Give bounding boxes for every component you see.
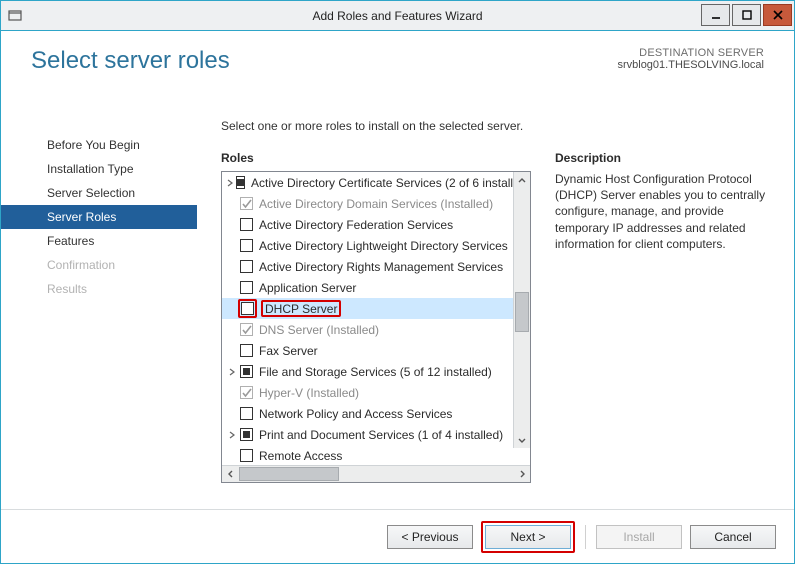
role-label: Active Directory Lightweight Directory S…: [259, 239, 508, 253]
role-label-highlight: DHCP Server: [261, 300, 341, 317]
nav-item-features[interactable]: Features: [1, 229, 197, 253]
nav-item-confirmation: Confirmation: [1, 253, 197, 277]
role-row[interactable]: Hyper-V (Installed): [222, 382, 530, 403]
role-label: Hyper-V (Installed): [259, 386, 359, 400]
cancel-button[interactable]: Cancel: [690, 525, 776, 549]
content-area: Select one or more roles to install on t…: [197, 119, 794, 509]
role-checkbox[interactable]: [240, 365, 253, 378]
role-row[interactable]: Active Directory Rights Management Servi…: [222, 256, 530, 277]
role-row[interactable]: Active Directory Certificate Services (2…: [222, 172, 530, 193]
roles-listbox: Active Directory Certificate Services (2…: [221, 171, 531, 483]
roles-header: Roles: [221, 151, 531, 165]
destination-server: srvblog01.THESOLVING.local: [617, 59, 764, 71]
role-row[interactable]: Network Policy and Access Services: [222, 403, 530, 424]
nav-item-server-roles[interactable]: Server Roles: [1, 205, 197, 229]
scroll-down-icon[interactable]: [514, 431, 530, 448]
role-row[interactable]: Active Directory Domain Services (Instal…: [222, 193, 530, 214]
maximize-button[interactable]: [732, 4, 761, 26]
main-area: Before You BeginInstallation TypeServer …: [1, 119, 794, 509]
scroll-right-icon[interactable]: [513, 466, 530, 482]
button-separator: [585, 525, 586, 549]
next-button-highlight: Next >: [481, 521, 575, 553]
window-controls: [701, 1, 794, 30]
role-row[interactable]: DNS Server (Installed): [222, 319, 530, 340]
horizontal-scroll-track[interactable]: [239, 466, 513, 482]
nav-item-server-selection[interactable]: Server Selection: [1, 181, 197, 205]
roles-column: Roles Active Directory Certificate Servi…: [221, 151, 531, 483]
role-label: Active Directory Rights Management Servi…: [259, 260, 503, 274]
horizontal-scrollbar[interactable]: [222, 465, 530, 482]
scroll-up-icon[interactable]: [514, 172, 530, 189]
role-label: Network Policy and Access Services: [259, 407, 452, 421]
role-checkbox[interactable]: [240, 344, 253, 357]
role-row[interactable]: Active Directory Lightweight Directory S…: [222, 235, 530, 256]
expand-icon[interactable]: [226, 368, 238, 376]
role-label: Print and Document Services (1 of 4 inst…: [259, 428, 503, 442]
vertical-scroll-thumb[interactable]: [515, 292, 529, 332]
role-label: Active Directory Domain Services (Instal…: [259, 197, 493, 211]
content-columns: Roles Active Directory Certificate Servi…: [221, 151, 778, 483]
role-row[interactable]: File and Storage Services (5 of 12 insta…: [222, 361, 530, 382]
role-row[interactable]: Active Directory Federation Services: [222, 214, 530, 235]
page-header: Select server roles DESTINATION SERVER s…: [1, 31, 794, 103]
horizontal-scroll-thumb[interactable]: [239, 467, 339, 481]
wizard-window: Add Roles and Features Wizard Select ser…: [0, 0, 795, 564]
role-row[interactable]: DHCP Server: [222, 298, 530, 319]
role-label: DNS Server (Installed): [259, 323, 379, 337]
titlebar: Add Roles and Features Wizard: [1, 1, 794, 31]
description-text: Dynamic Host Configuration Protocol (DHC…: [555, 171, 778, 252]
roles-scroll-area[interactable]: Active Directory Certificate Services (2…: [222, 172, 530, 465]
nav-item-results: Results: [1, 277, 197, 301]
description-column: Description Dynamic Host Configuration P…: [555, 151, 778, 483]
role-row[interactable]: Print and Document Services (1 of 4 inst…: [222, 424, 530, 445]
role-checkbox: [240, 197, 253, 210]
window-title: Add Roles and Features Wizard: [312, 9, 482, 23]
role-checkbox[interactable]: [240, 260, 253, 273]
destination-block: DESTINATION SERVER srvblog01.THESOLVING.…: [617, 47, 764, 71]
previous-button[interactable]: < Previous: [387, 525, 473, 549]
role-checkbox[interactable]: [240, 281, 253, 294]
role-row[interactable]: Fax Server: [222, 340, 530, 361]
minimize-button[interactable]: [701, 4, 730, 26]
role-label: File and Storage Services (5 of 12 insta…: [259, 365, 492, 379]
wizard-nav: Before You BeginInstallation TypeServer …: [1, 119, 197, 509]
role-row[interactable]: Remote Access: [222, 445, 530, 465]
role-checkbox[interactable]: [240, 407, 253, 420]
role-checkbox[interactable]: [236, 176, 245, 189]
role-checkbox: [240, 386, 253, 399]
install-button: Install: [596, 525, 682, 549]
role-row[interactable]: Application Server: [222, 277, 530, 298]
role-checkbox[interactable]: [240, 218, 253, 231]
close-button[interactable]: [763, 4, 792, 26]
instructions-text: Select one or more roles to install on t…: [221, 119, 778, 133]
nav-item-before-you-begin[interactable]: Before You Begin: [1, 133, 197, 157]
next-button[interactable]: Next >: [485, 525, 571, 549]
role-checkbox[interactable]: [240, 239, 253, 252]
role-checkbox: [240, 323, 253, 336]
role-label: Remote Access: [259, 449, 342, 463]
scroll-left-icon[interactable]: [222, 466, 239, 482]
role-label: Active Directory Certificate Services (2…: [251, 176, 530, 190]
wizard-icon: [7, 8, 23, 24]
destination-label: DESTINATION SERVER: [617, 47, 764, 59]
role-checkbox[interactable]: [240, 428, 253, 441]
expand-icon[interactable]: [226, 179, 234, 187]
expand-icon[interactable]: [226, 431, 238, 439]
nav-item-installation-type[interactable]: Installation Type: [1, 157, 197, 181]
button-bar: < Previous Next > Install Cancel: [1, 509, 794, 563]
role-label: Active Directory Federation Services: [259, 218, 453, 232]
role-label: Fax Server: [259, 344, 318, 358]
role-checkbox[interactable]: [240, 449, 253, 462]
role-label: DHCP Server: [265, 302, 337, 316]
role-label: Application Server: [259, 281, 356, 295]
role-checkbox-highlight: [238, 299, 257, 318]
description-header: Description: [555, 151, 778, 165]
vertical-scrollbar[interactable]: [513, 172, 530, 448]
role-checkbox[interactable]: [241, 302, 254, 315]
client-area: Select server roles DESTINATION SERVER s…: [1, 31, 794, 563]
